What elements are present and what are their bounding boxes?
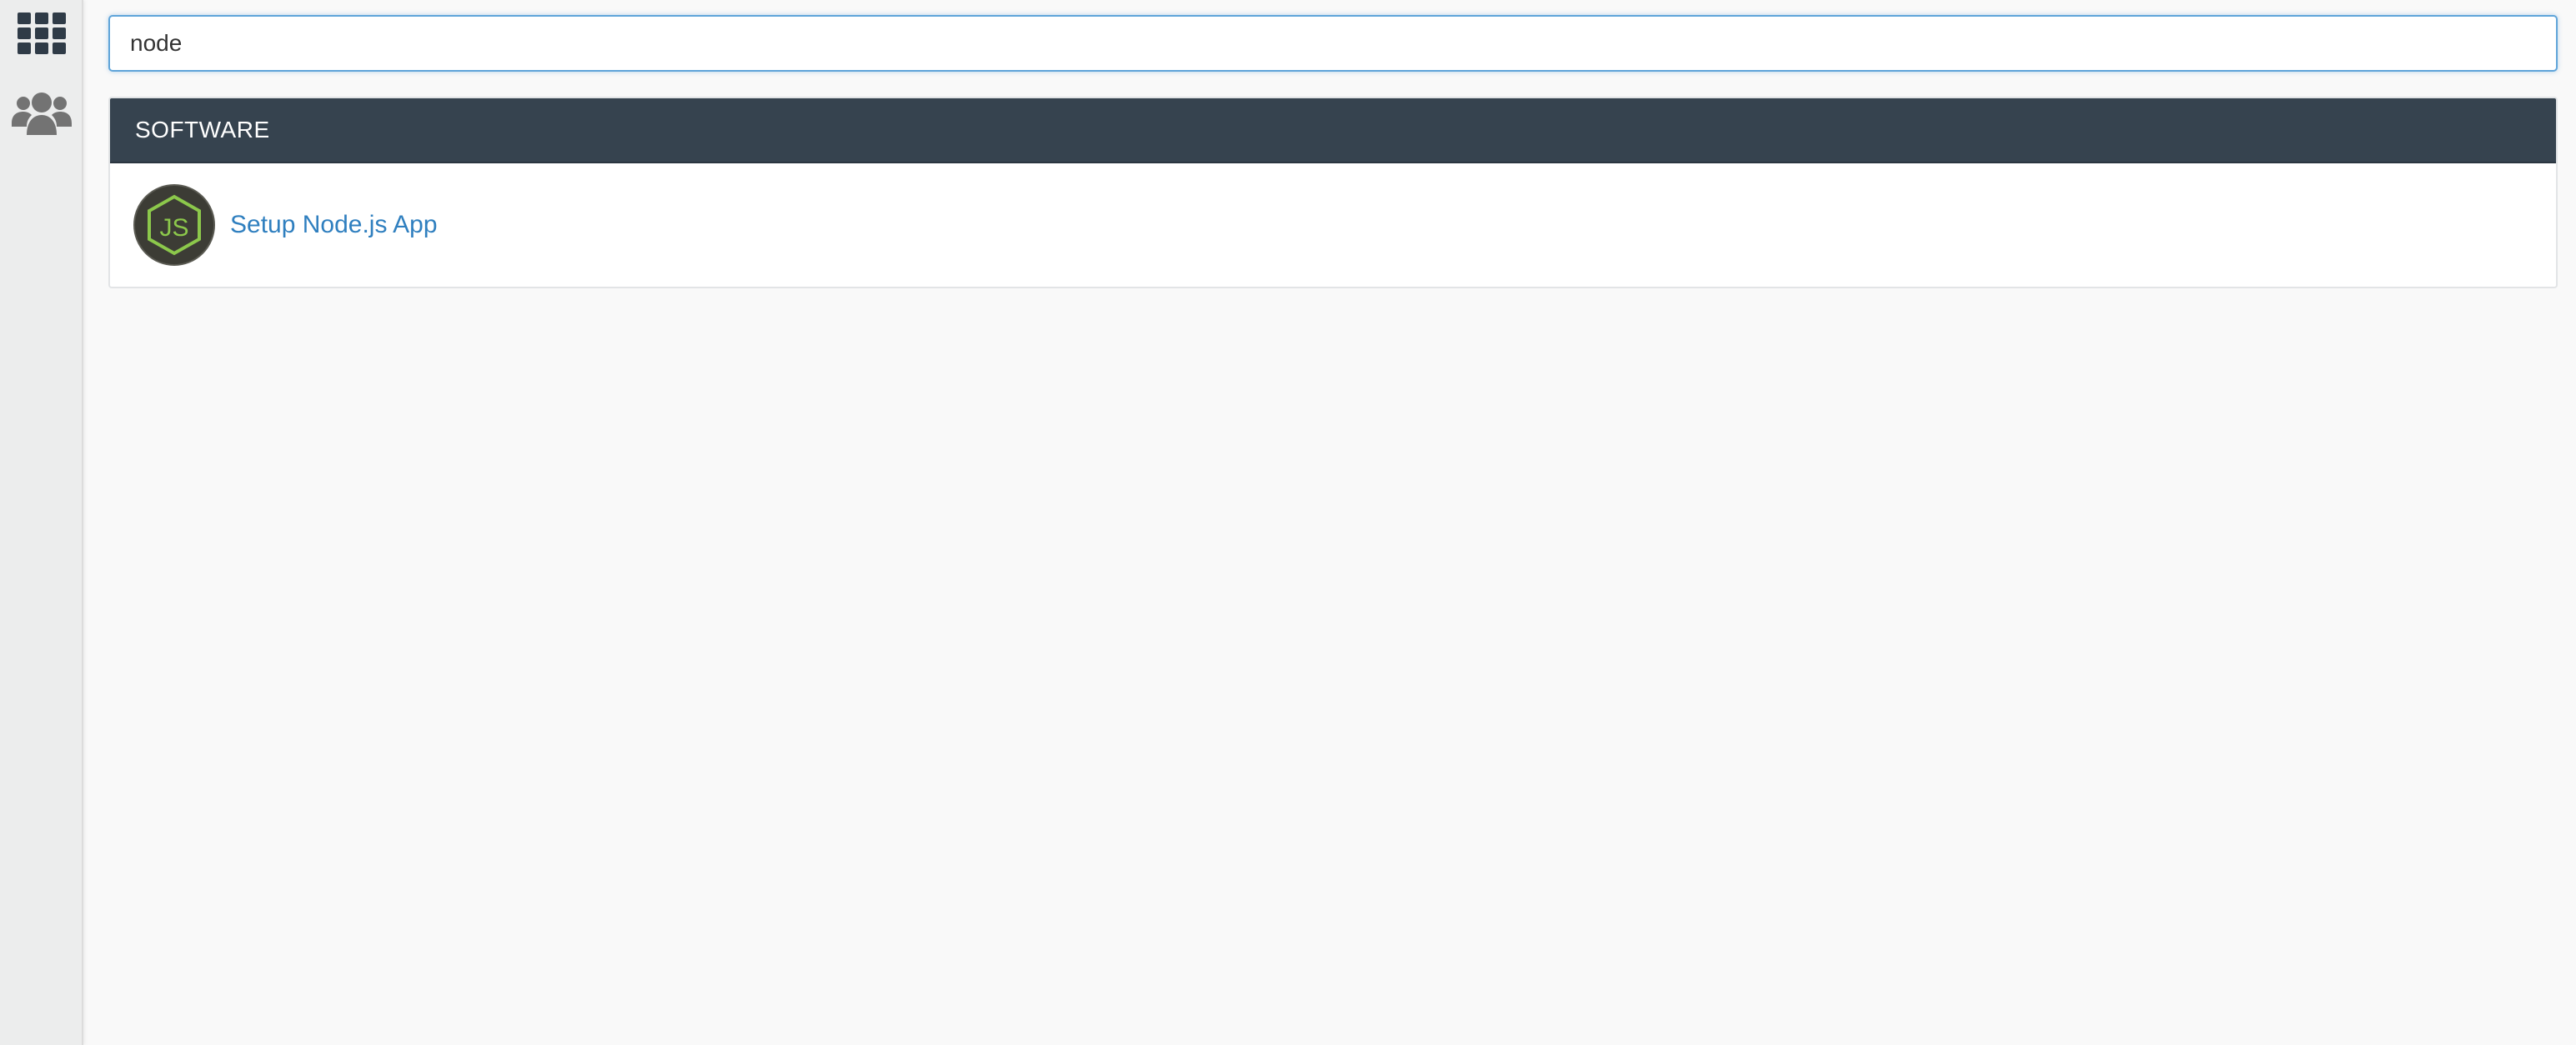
setup-nodejs-app-link[interactable]: Setup Node.js App (230, 211, 438, 239)
main-content: SOFTWARE JS Setup Node.js App (83, 0, 2576, 1045)
svg-text:JS: JS (159, 214, 188, 242)
users-icon (12, 92, 72, 135)
section-header: SOFTWARE (110, 98, 2556, 163)
sidebar-item-users[interactable] (0, 82, 83, 145)
section-title: SOFTWARE (135, 117, 270, 142)
nodejs-icon[interactable]: JS (133, 184, 215, 266)
grid-icon (18, 12, 66, 54)
search-input[interactable] (108, 15, 2558, 72)
sidebar (0, 0, 83, 1045)
search-results-panel: SOFTWARE JS Setup Node.js App (108, 97, 2558, 288)
sidebar-item-tools[interactable] (0, 2, 83, 65)
result-item-setup-nodejs-app[interactable]: JS Setup Node.js App (110, 163, 2556, 287)
